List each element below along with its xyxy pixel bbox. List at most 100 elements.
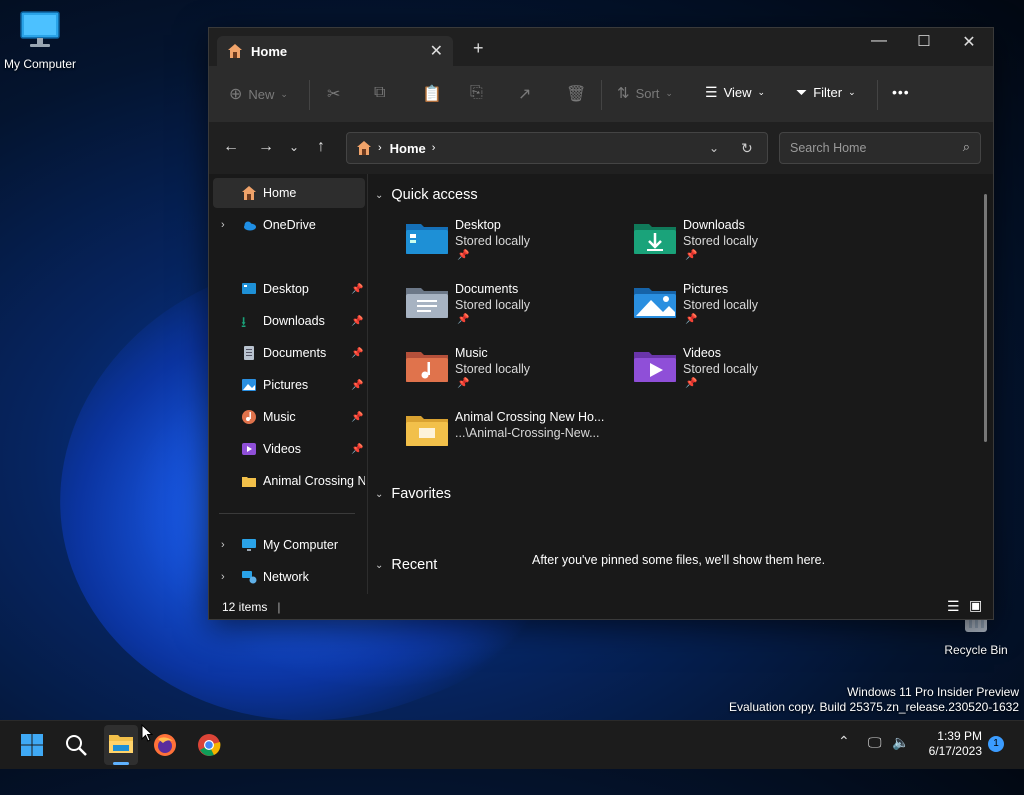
watermark-line: Evaluation copy. Build 25375.zn_release.… — [729, 700, 1019, 714]
quick-access-documents[interactable]: Documents Stored locally 📌 — [405, 280, 625, 340]
monitor-icon — [242, 539, 256, 551]
start-windows-icon[interactable] — [20, 733, 44, 757]
refresh-icon[interactable]: ↻ — [741, 140, 753, 157]
vertical-scrollbar[interactable] — [984, 194, 987, 442]
minimize-icon[interactable]: — — [864, 32, 894, 50]
content-pane: ⌄ Quick access Desktop Stored locally 📌 … — [369, 174, 993, 594]
copy-icon[interactable]: ⧉ — [374, 84, 385, 102]
quick-access-header[interactable]: ⌄ Quick access — [375, 187, 478, 203]
nav-item-videos[interactable]: Videos 📌 — [213, 434, 365, 464]
item-name: Documents — [455, 282, 519, 296]
maximize-icon[interactable]: ☐ — [909, 32, 939, 50]
chevron-right-icon[interactable]: › — [221, 571, 225, 583]
item-location: Stored locally — [455, 362, 531, 376]
filter-icon: ⏷ — [796, 84, 808, 100]
new-button[interactable]: ⊕ New ⌄ — [229, 84, 288, 104]
music-folder-icon — [406, 352, 448, 382]
quick-access-desktop[interactable]: Desktop Stored locally 📌 — [405, 216, 625, 276]
quick-access-pictures[interactable]: Pictures Stored locally 📌 — [633, 280, 853, 340]
search-input[interactable] — [788, 140, 952, 156]
section-title: Quick access — [391, 187, 478, 203]
filter-label: Filter — [813, 85, 843, 100]
favorites-header[interactable]: ⌄ Favorites — [375, 486, 451, 502]
paste-icon[interactable]: 📋 — [422, 84, 442, 104]
title-bar[interactable]: Home ✕ + — ☐ ✕ — [209, 28, 993, 66]
delete-icon[interactable]: 🗑 — [566, 84, 586, 104]
recent-header[interactable]: ⌄ Recent — [375, 557, 437, 573]
chrome-icon[interactable] — [197, 733, 221, 757]
network-status-icon[interactable]: 🖵 — [868, 734, 882, 751]
details-view-icon[interactable]: ☰ — [947, 598, 960, 615]
search-icon[interactable]: ⌕ — [963, 139, 970, 155]
chevron-right-icon[interactable]: › — [221, 219, 225, 231]
nav-item-network[interactable]: › Network — [213, 562, 365, 592]
nav-label: OneDrive — [263, 218, 316, 232]
view-button[interactable]: ☰ View ⌄ — [705, 84, 765, 101]
forward-arrow-icon[interactable]: → — [258, 138, 274, 156]
show-hidden-icons-chevron-icon[interactable]: ⌃ — [838, 733, 850, 750]
more-options-icon[interactable]: ••• — [892, 84, 910, 100]
quick-access-downloads[interactable]: Downloads Stored locally 📌 — [633, 216, 853, 276]
chevron-down-icon: ⌄ — [375, 559, 384, 571]
breadcrumb-home[interactable]: Home — [390, 141, 426, 156]
navigation-pane: Home › OneDrive Desktop 📌 ⭳ Downloads 📌 … — [209, 174, 368, 594]
nav-item-music[interactable]: Music 📌 — [213, 402, 365, 432]
chevron-right-icon[interactable]: › — [221, 539, 225, 551]
cut-icon[interactable]: ✂ — [327, 84, 340, 104]
search-box[interactable]: ⌕ — [779, 132, 981, 164]
document-icon — [244, 346, 254, 360]
toolbar-divider — [309, 80, 310, 110]
share-icon[interactable]: ↗ — [518, 84, 531, 104]
toolbar-divider — [601, 80, 602, 110]
nav-item-pictures[interactable]: Pictures 📌 — [213, 370, 365, 400]
nav-label: Videos — [263, 442, 301, 456]
home-icon — [242, 186, 256, 200]
nav-item-animal-crossing[interactable]: Animal Crossing New Horizons — [213, 466, 365, 496]
nav-item-desktop[interactable]: Desktop 📌 — [213, 274, 365, 304]
tab-home[interactable]: Home ✕ — [217, 36, 453, 66]
videos-folder-icon — [634, 352, 676, 382]
tiles-view-icon[interactable]: ▣ — [969, 597, 982, 614]
pin-icon[interactable]: 📌 — [351, 316, 363, 327]
quick-access-animal-crossing[interactable]: Animal Crossing New Ho... ...\Animal-Cro… — [405, 408, 625, 468]
download-icon: ⭳ — [241, 314, 247, 331]
recent-locations-chevron-icon[interactable]: ⌄ — [289, 140, 299, 154]
new-tab-icon[interactable]: + — [473, 38, 484, 59]
quick-access-music[interactable]: Music Stored locally 📌 — [405, 344, 625, 404]
pin-icon[interactable]: 📌 — [351, 348, 363, 359]
sort-button[interactable]: ⇅ Sort ⌄ — [617, 84, 673, 102]
item-name: Desktop — [455, 218, 501, 232]
address-bar[interactable]: › Home › ⌄ ↻ — [346, 132, 768, 164]
taskbar-clock[interactable]: 1:39 PM 6/17/2023 — [912, 729, 982, 759]
quick-access-videos[interactable]: Videos Stored locally 📌 — [633, 344, 853, 404]
music-icon — [242, 410, 256, 424]
up-arrow-icon[interactable]: ↑ — [317, 138, 325, 156]
pin-icon: 📌 — [685, 250, 698, 261]
nav-item-home[interactable]: Home — [213, 178, 365, 208]
close-tab-icon[interactable]: ✕ — [430, 41, 443, 61]
nav-item-onedrive[interactable]: › OneDrive — [213, 210, 365, 240]
nav-label: Music — [263, 410, 296, 424]
back-arrow-icon[interactable]: ← — [223, 138, 239, 156]
filter-button[interactable]: ⏷ Filter ⌄ — [796, 84, 856, 101]
home-icon — [357, 141, 371, 155]
volume-icon[interactable]: 🔈 — [892, 734, 909, 751]
desktop-icon-my-computer[interactable]: My Computer — [2, 10, 78, 71]
pin-icon[interactable]: 📌 — [351, 284, 363, 295]
home-icon — [228, 44, 242, 58]
nav-item-downloads[interactable]: ⭳ Downloads 📌 — [213, 306, 365, 336]
file-explorer-taskbar-button[interactable] — [104, 725, 138, 765]
search-icon[interactable] — [64, 733, 88, 757]
pin-icon[interactable]: 📌 — [351, 380, 363, 391]
item-name: Pictures — [683, 282, 729, 296]
nav-item-documents[interactable]: Documents 📌 — [213, 338, 365, 368]
rename-icon[interactable]: ⎘ — [470, 84, 483, 102]
close-window-icon[interactable]: ✕ — [954, 32, 984, 52]
address-history-chevron-icon[interactable]: ⌄ — [709, 141, 719, 155]
pin-icon[interactable]: 📌 — [351, 444, 363, 455]
pin-icon[interactable]: 📌 — [351, 412, 363, 423]
desktop-icon-label: My Computer — [3, 57, 77, 71]
nav-item-my-computer[interactable]: › My Computer — [213, 530, 365, 560]
firefox-icon[interactable] — [153, 733, 177, 757]
notification-badge[interactable]: 1 — [988, 736, 1004, 752]
